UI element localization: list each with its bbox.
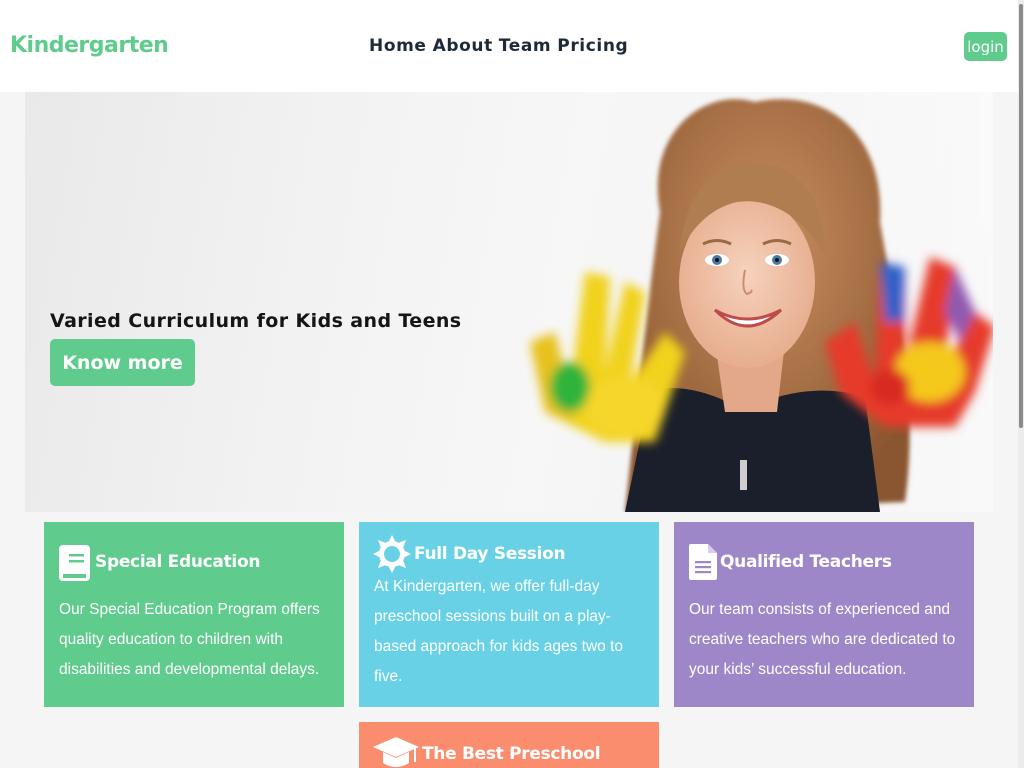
page-scrollbar[interactable] <box>1018 0 1024 768</box>
main-nav: Home About Team Pricing <box>369 36 628 56</box>
feature-card-full-day-session: Full Day Session At Kindergarten, we off… <box>359 522 659 707</box>
brand-logo[interactable]: Kindergarten <box>10 33 169 58</box>
feature-card-special-education: Special Education Our Special Education … <box>44 522 344 707</box>
hero-banner: Varied Curriculum for Kids and Teens Kno… <box>25 92 993 512</box>
hero-title: Varied Curriculum for Kids and Teens <box>50 310 462 332</box>
know-more-button[interactable]: Know more <box>50 339 195 386</box>
book-icon <box>59 545 90 581</box>
card-body: Our team consists of experienced and cre… <box>689 601 956 678</box>
nav-pricing[interactable]: Pricing <box>557 36 628 56</box>
sun-icon <box>373 535 411 573</box>
card-title: Full Day Session <box>414 544 566 564</box>
card-title: Special Education <box>95 552 261 572</box>
card-title: Qualified Teachers <box>720 552 892 572</box>
card-title: The Best Preschool <box>422 744 601 764</box>
scroll-thumb[interactable] <box>1019 4 1023 428</box>
feature-card-qualified-teachers: Qualified Teachers Our team consists of … <box>674 522 974 707</box>
nav-about[interactable]: About <box>433 36 493 56</box>
feature-card-best-preschool: The Best Preschool <box>359 722 659 768</box>
graduation-cap-icon <box>373 737 419 767</box>
card-body: Our Special Education Program offers qua… <box>59 601 320 678</box>
nav-home[interactable]: Home <box>369 36 427 56</box>
site-header: Kindergarten Home About Team Pricing log… <box>0 0 1018 92</box>
hero-image <box>530 99 993 512</box>
nav-team[interactable]: Team <box>499 36 551 56</box>
login-button[interactable]: login <box>964 32 1007 61</box>
card-body: At Kindergarten, we offer full-day presc… <box>374 578 624 685</box>
document-icon <box>689 544 717 580</box>
